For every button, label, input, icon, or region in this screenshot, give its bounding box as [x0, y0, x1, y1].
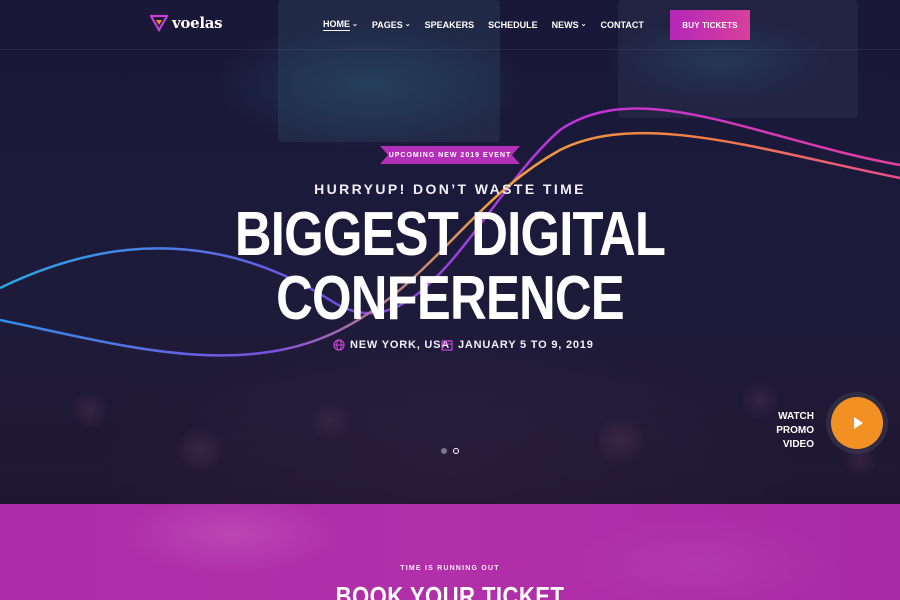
nav-item-label: SPEAKERS: [424, 20, 475, 30]
ticket-kicker: TIME IS RUNNING OUT: [400, 565, 500, 572]
brand-name: voelas: [172, 14, 223, 32]
nav-item-home[interactable]: HOME ⌄: [323, 19, 358, 31]
nav-item-label: PAGES: [371, 20, 403, 30]
brand-logo[interactable]: voelas: [150, 14, 223, 32]
globe-icon: [333, 339, 345, 351]
chevron-down-icon: ⌄: [404, 21, 411, 28]
hero-section: voelas HOME ⌄ PAGES ⌄ SPEAKERS SCHEDULE …: [0, 0, 900, 504]
nav-item-speakers[interactable]: SPEAKERS: [425, 19, 475, 31]
hero-title-line1: BIGGEST DIGITAL: [234, 200, 666, 269]
hero-title-line2: CONFERENCE: [276, 264, 625, 333]
chevron-down-icon: ⌄: [352, 21, 358, 28]
nav-item-label: HOME: [323, 19, 350, 31]
ticket-section: TIME IS RUNNING OUT BOOK YOUR TICKET: [0, 504, 900, 600]
calendar-icon: [441, 340, 453, 351]
location-text: NEW YORK, USA: [350, 339, 451, 351]
slider-dot-2[interactable]: [453, 448, 459, 454]
slider-pagination: [441, 448, 459, 454]
promo-line-1: WATCH PROMO: [776, 411, 814, 436]
event-date: JANUARY 5 TO 9, 2019: [441, 339, 594, 351]
play-icon: [854, 417, 863, 429]
date-text: JANUARY 5 TO 9, 2019: [458, 339, 594, 351]
play-video-button[interactable]: [831, 397, 883, 449]
ticket-title: BOOK YOUR TICKET: [335, 581, 565, 600]
watch-promo-label: WATCH PROMO VIDEO: [740, 410, 814, 452]
buy-tickets-button[interactable]: BUY TICKETS: [670, 10, 750, 40]
nav-item-pages[interactable]: PAGES ⌄: [372, 19, 411, 31]
nav-item-schedule[interactable]: SCHEDULE: [488, 19, 538, 31]
nav-item-news[interactable]: NEWS ⌄: [552, 19, 587, 31]
nav-item-label: NEWS: [551, 20, 579, 30]
chevron-down-icon: ⌄: [580, 21, 587, 28]
promo-line-2: VIDEO: [782, 439, 814, 450]
slider-dot-1[interactable]: [441, 448, 447, 454]
nav-item-contact[interactable]: CONTACT: [601, 19, 644, 31]
logo-triangle-icon: [150, 14, 168, 32]
nav-item-label: CONTACT: [600, 20, 644, 30]
hero-subheading: HURRYUP! DON’T WASTE TIME: [314, 181, 586, 197]
event-location: NEW YORK, USA: [333, 339, 450, 351]
nav-item-label: SCHEDULE: [488, 20, 538, 30]
top-navbar: voelas HOME ⌄ PAGES ⌄ SPEAKERS SCHEDULE …: [0, 0, 900, 50]
main-menu: HOME ⌄ PAGES ⌄ SPEAKERS SCHEDULE NEWS ⌄ …: [323, 19, 644, 31]
ribbon-label: UPCOMING NEW 2019 EVENT: [388, 151, 512, 159]
